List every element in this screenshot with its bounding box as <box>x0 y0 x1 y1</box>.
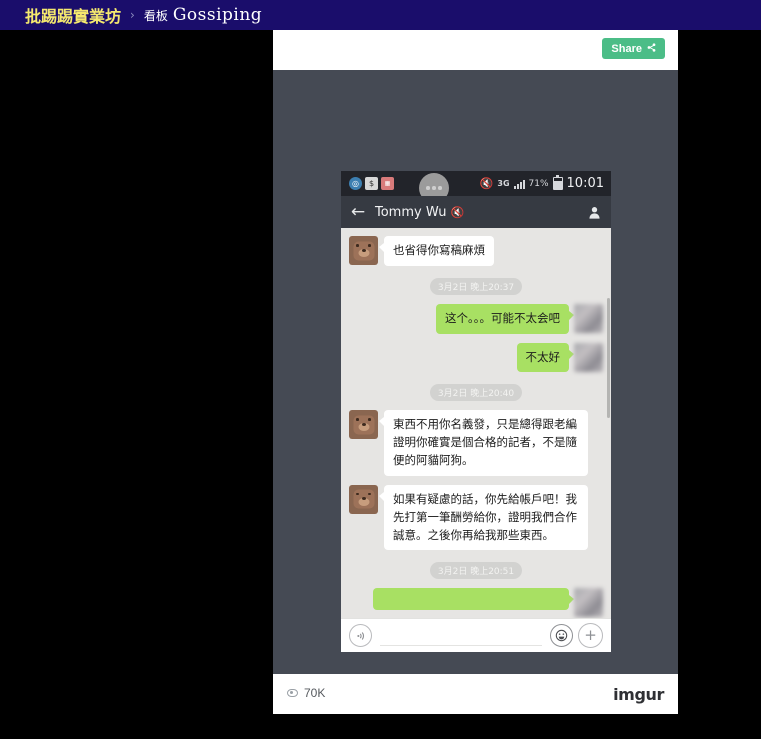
battery-percent-label: 71% <box>528 178 549 189</box>
status-bar-right-icons: 🔇 3G 71% 10:01 <box>479 175 604 191</box>
back-arrow-icon[interactable]: ← <box>341 203 375 221</box>
voice-wave-icon[interactable] <box>349 624 372 647</box>
share-button[interactable]: Share <box>602 38 665 59</box>
share-icon <box>647 42 656 55</box>
view-count-group: 70K <box>287 686 325 700</box>
chat-daystamp: 3月2日 晚上20:40 <box>341 381 611 402</box>
dollar-icon: $ <box>365 177 378 190</box>
bear-avatar[interactable] <box>349 236 378 265</box>
chat-bubble-incoming: 如果有疑慮的話，你先給帳戶吧！我先打第一筆酬勞給你，證明我們合作誠意。之後你再給… <box>379 484 588 551</box>
chat-message-row: 如果有疑慮的話，你先給帳戶吧！我先打第一筆酬勞給你，證明我們合作誠意。之後你再給… <box>341 484 611 551</box>
mute-notification-icon: 🔇 <box>450 205 465 219</box>
censored-avatar <box>574 588 603 618</box>
profile-person-icon[interactable] <box>588 206 601 219</box>
ptt-top-navbar: 批踢踢實業坊 › 看板 Gossiping <box>0 0 761 30</box>
bear-avatar[interactable] <box>349 484 378 514</box>
chat-contact-name: Tommy Wu 🔇 <box>375 205 464 220</box>
chat-text-input[interactable] <box>380 625 542 646</box>
chat-message-row <box>341 588 611 618</box>
chat-scrollbar[interactable] <box>607 298 610 418</box>
chat-message-row: 这个。。。可能不太会吧 <box>341 303 611 334</box>
chat-daystamp-label: 3月2日 晚上20:40 <box>429 384 523 402</box>
imgur-embed-card: Share ◎ $ ▦ 🔇 3G 71% 10:01 ← Tommy Wu 🔇 … <box>273 30 678 714</box>
chat-message-row: 東西不用你名義發，只是總得跟老編證明你確實是個合格的記者，不是隨便的阿貓阿狗。 <box>341 410 611 476</box>
chat-contact-name-label: Tommy Wu <box>375 204 447 220</box>
imgur-header: Share <box>273 30 678 70</box>
censored-avatar <box>574 303 603 333</box>
imgur-image-stage[interactable]: ◎ $ ▦ 🔇 3G 71% 10:01 ← Tommy Wu 🔇 也省得你寫稿… <box>273 70 678 674</box>
chat-daystamp: 3月2日 晚上20:51 <box>341 559 611 580</box>
status-bar-left-icons: ◎ $ ▦ <box>341 177 394 190</box>
emoji-smiley-icon[interactable] <box>550 624 573 647</box>
board-name-link[interactable]: Gossiping <box>173 5 262 25</box>
calendar-icon: ▦ <box>381 177 394 190</box>
phone-screenshot-image: ◎ $ ▦ 🔇 3G 71% 10:01 ← Tommy Wu 🔇 也省得你寫稿… <box>341 171 611 652</box>
chat-title-bar: ← Tommy Wu 🔇 <box>341 196 611 228</box>
network-type-label: 3G <box>497 178 510 188</box>
chat-bubble-incoming: 也省得你寫稿麻煩 <box>379 236 494 266</box>
bear-avatar[interactable] <box>349 410 378 440</box>
chat-bubble-outgoing: 这个。。。可能不太会吧 <box>436 303 574 334</box>
android-status-bar: ◎ $ ▦ 🔇 3G 71% 10:01 <box>341 171 611 203</box>
view-count-label: 70K <box>304 686 326 700</box>
chat-bubble-outgoing: 不太好 <box>516 342 574 373</box>
signal-bars-icon <box>513 179 525 189</box>
plus-icon[interactable]: + <box>578 623 603 648</box>
eye-icon <box>287 689 298 697</box>
mute-speaker-icon: 🔇 <box>479 177 494 190</box>
chat-message-row: 不太好 <box>341 342 611 373</box>
chat-input-bar: + <box>341 618 611 652</box>
imgur-logo[interactable]: imgur <box>613 685 664 704</box>
chat-bubble-incoming: 東西不用你名義發，只是總得跟老編證明你確實是個合格的記者，不是隨便的阿貓阿狗。 <box>379 410 588 476</box>
imgur-footer: 70K imgur <box>273 674 678 714</box>
ptt-brand-link[interactable]: 批踢踢實業坊 <box>25 3 121 27</box>
censored-avatar <box>574 342 603 372</box>
status-bar-clock: 10:01 <box>566 176 604 191</box>
chat-daystamp-label: 3月2日 晚上20:37 <box>429 277 523 295</box>
compass-icon: ◎ <box>349 177 362 190</box>
chat-message-row: 也省得你寫稿麻煩 <box>341 236 611 266</box>
chat-bubble-outgoing <box>373 588 574 611</box>
chat-daystamp-label: 3月2日 晚上20:51 <box>429 562 523 580</box>
chat-message-list[interactable]: 也省得你寫稿麻煩 3月2日 晚上20:37 这个。。。可能不太会吧 不太好 3月… <box>341 228 611 618</box>
breadcrumb-separator-icon: › <box>130 8 135 22</box>
board-label: 看板 <box>143 8 168 23</box>
chat-daystamp: 3月2日 晚上20:37 <box>341 275 611 295</box>
battery-icon <box>552 175 563 190</box>
share-button-label: Share <box>611 42 642 55</box>
